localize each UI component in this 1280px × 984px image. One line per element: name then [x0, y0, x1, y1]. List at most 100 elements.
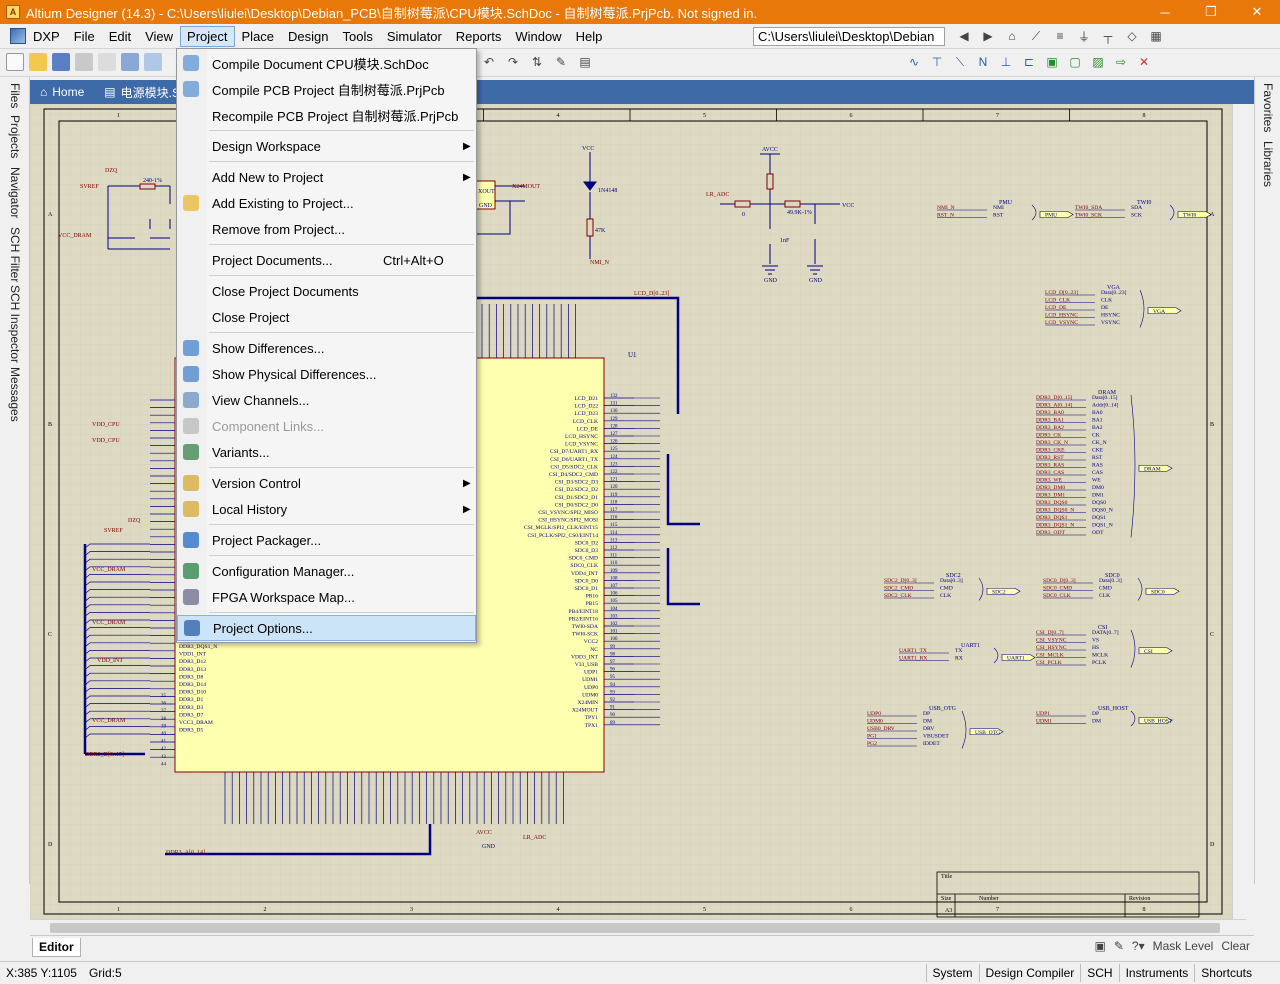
column-marker-bottom: 1 — [117, 907, 120, 913]
close-button[interactable]: ✕ — [1234, 0, 1280, 24]
menu-item-project-documents[interactable]: Project Documents... Ctrl+Alt+O — [177, 247, 476, 273]
menu-item-configuration-manager[interactable]: Configuration Manager... — [177, 558, 476, 584]
design-compiler-panel-button[interactable]: Design Compiler — [978, 964, 1081, 982]
menu-item-recompile-pcb-project-prjpcb[interactable]: Recompile PCB Project 自制树莓派.PrjPcb — [177, 102, 476, 128]
files-panel-tab[interactable]: Files — [8, 83, 22, 108]
new-file-icon[interactable] — [6, 53, 24, 71]
help-filter-icon[interactable]: ?▾ — [1132, 939, 1145, 953]
sheet-symbol-icon[interactable]: ▣ — [1043, 53, 1061, 71]
menu-item-add-new-to-project[interactable]: Add New to Project ▶ — [177, 164, 476, 190]
hierarchy-icon[interactable]: ⇅ — [528, 53, 546, 71]
menu-item-close-project[interactable]: Close Project — [177, 304, 476, 330]
back-icon[interactable]: ◀ — [955, 27, 973, 45]
instruments-panel-button[interactable]: Instruments — [1118, 964, 1195, 982]
menu-item-show-differences[interactable]: Show Differences... — [177, 335, 476, 361]
doc-settings-icon[interactable]: ▣ — [1095, 939, 1106, 953]
power-port-icon[interactable]: ┬ — [1099, 27, 1117, 45]
menu-design[interactable]: Design — [281, 26, 335, 47]
menu-file[interactable]: File — [67, 26, 102, 47]
menu-reports[interactable]: Reports — [449, 26, 509, 47]
ground-tool-icon[interactable]: ⏚ — [1075, 27, 1093, 45]
device-sheet-icon[interactable]: ▨ — [1089, 53, 1107, 71]
menu-edit[interactable]: Edit — [102, 26, 138, 47]
sheet-entry-icon[interactable]: ▢ — [1066, 53, 1084, 71]
place-bus-icon[interactable]: ⊤ — [928, 53, 946, 71]
u1-pin-number: 131 — [610, 402, 618, 407]
navigator-panel-tab[interactable]: Navigator — [8, 167, 22, 218]
port-pin-label: DQS0_N — [1092, 508, 1113, 514]
menu-item-project-packager[interactable]: Project Packager... — [177, 527, 476, 553]
sch-filter-panel-tab[interactable]: SCH Filter — [8, 227, 22, 282]
clear-button[interactable]: Clear — [1221, 939, 1250, 953]
menu-help[interactable]: Help — [569, 26, 610, 47]
menu-place[interactable]: Place — [235, 26, 282, 47]
menu-item-show-physical-differences[interactable]: Show Physical Differences... — [177, 361, 476, 387]
vdd-int-net-label: VDD_INT — [97, 658, 123, 664]
system-panel-button[interactable]: System — [925, 964, 979, 982]
horizontal-scroll-thumb[interactable] — [50, 923, 1220, 933]
menu-item-local-history[interactable]: Local History ▶ — [177, 496, 476, 522]
menu-view[interactable]: View — [138, 26, 180, 47]
restore-button[interactable]: ❐ — [1188, 0, 1234, 24]
menu-item-fpga-workspace-map[interactable]: FPGA Workspace Map... — [177, 584, 476, 610]
u1-pin-number: 102 — [610, 622, 618, 627]
vertical-scrollbar[interactable] — [1232, 104, 1246, 919]
print-icon[interactable] — [75, 53, 93, 71]
horizontal-scrollbar[interactable] — [30, 919, 1246, 935]
place-port-icon[interactable]: ⇨ — [1112, 53, 1130, 71]
open-file-icon[interactable] — [29, 53, 47, 71]
menu-item-view-channels[interactable]: View Channels... — [177, 387, 476, 413]
menu-simulator[interactable]: Simulator — [380, 26, 449, 47]
row-marker: D — [48, 842, 53, 848]
minimize-button[interactable]: ─ — [1142, 0, 1188, 24]
dxp-icon[interactable] — [10, 28, 26, 44]
bus-entry-icon[interactable]: ⟍ — [951, 53, 969, 71]
place-wire-icon[interactable]: ∿ — [905, 53, 923, 71]
document-path-field[interactable]: C:\Users\liulei\Desktop\Debian — [753, 27, 945, 46]
bus-tool-icon[interactable]: ≡ — [1051, 27, 1069, 45]
menu-item-close-project-documents[interactable]: Close Project Documents — [177, 278, 476, 304]
print-preview-icon[interactable] — [98, 53, 116, 71]
editor-tab[interactable]: Editor — [32, 938, 81, 957]
menu-item-compile-pcb-project-prjpcb[interactable]: Compile PCB Project 自制树莓派.PrjPcb — [177, 76, 476, 102]
menu-dxp[interactable]: DXP — [26, 26, 67, 47]
menu-window[interactable]: Window — [508, 26, 568, 47]
vcc-power-port-icon[interactable]: ⊥ — [997, 53, 1015, 71]
messages-panel-tab[interactable]: Messages — [8, 367, 22, 422]
menu-project[interactable]: Project — [180, 25, 235, 47]
save-icon[interactable] — [52, 53, 70, 71]
favorites-panel-tab[interactable]: Favorites — [1261, 83, 1275, 132]
shortcuts-panel-button[interactable]: Shortcuts — [1194, 964, 1258, 982]
menu-item-version-control[interactable]: Version Control ▶ — [177, 470, 476, 496]
port-pin-label: CLK — [1101, 298, 1112, 304]
zoom-area-icon[interactable] — [144, 53, 162, 71]
cross-probe-icon[interactable]: ✎ — [552, 53, 570, 71]
place-net-label-icon[interactable]: N — [974, 53, 992, 71]
open-device-icon[interactable] — [121, 53, 139, 71]
menu-item-project-options[interactable]: Project Options... — [177, 615, 476, 641]
tab-home[interactable]: ⌂ Home — [30, 85, 94, 99]
mask-level-button[interactable]: Mask Level — [1153, 939, 1214, 953]
menu-item-compile-document-cpuschdoc[interactable]: Compile Document CPU模块.SchDoc — [177, 50, 476, 76]
no-erc-icon[interactable]: ✕ — [1135, 53, 1153, 71]
menu-item-variants[interactable]: Variants... — [177, 439, 476, 465]
undo-icon[interactable]: ↶ — [480, 53, 498, 71]
wire-tool-icon[interactable]: ⟋ — [1027, 27, 1045, 45]
browse-library-icon[interactable]: ▤ — [576, 53, 594, 71]
place-part-icon[interactable]: ⊏ — [1020, 53, 1038, 71]
menu-item-remove-from-project[interactable]: Remove from Project... — [177, 216, 476, 242]
sch-panel-button[interactable]: SCH — [1080, 964, 1118, 982]
u1-left-pin-number: 44 — [161, 762, 167, 767]
sch-inspector-panel-tab[interactable]: SCH Inspector — [8, 285, 22, 363]
grid-tool-icon[interactable]: ▦ — [1147, 27, 1165, 45]
menu-item-design-workspace[interactable]: Design Workspace ▶ — [177, 133, 476, 159]
home-nav-icon[interactable]: ⌂ — [1003, 27, 1021, 45]
menu-tools[interactable]: Tools — [336, 26, 380, 47]
libraries-panel-tab[interactable]: Libraries — [1261, 141, 1275, 187]
menu-item-add-existing-to-project[interactable]: Add Existing to Project... — [177, 190, 476, 216]
forward-icon[interactable]: ▶ — [979, 27, 997, 45]
projects-panel-tab[interactable]: Projects — [8, 115, 22, 158]
part-tool-icon[interactable]: ◇ — [1123, 27, 1141, 45]
highlight-brush-icon[interactable]: ✎ — [1114, 939, 1124, 953]
redo-icon[interactable]: ↷ — [504, 53, 522, 71]
